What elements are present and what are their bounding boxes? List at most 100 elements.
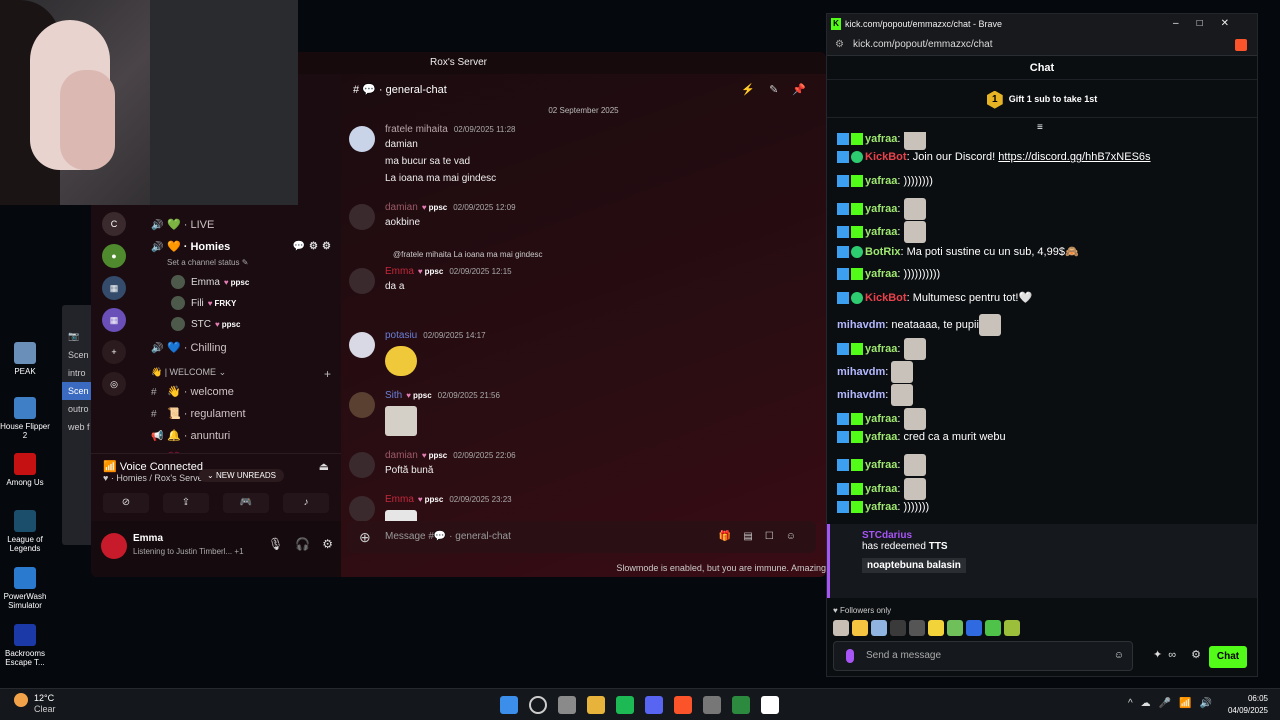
brave-shield-icon[interactable] <box>1235 39 1247 51</box>
chat-tools[interactable]: ✦∞ ⚙ <box>1153 648 1207 661</box>
taskbar-app-icon[interactable] <box>616 696 634 714</box>
desktop-icon-label: House Flipper 2 <box>0 422 50 440</box>
channel-welcome[interactable]: # 👋 · welcome <box>137 381 341 403</box>
taskbar-app-icon[interactable] <box>761 696 779 714</box>
desktop-icon[interactable]: Backrooms Escape T... <box>0 624 50 667</box>
soundboard-button[interactable]: ♪ <box>283 493 329 513</box>
chat-username[interactable]: yafraa <box>865 482 897 494</box>
chat-username[interactable]: yafraa <box>865 175 897 187</box>
gift-leaderboard[interactable]: 1 Gift 1 sub to take 1st <box>827 80 1257 118</box>
taskbar-app-icon[interactable] <box>500 696 518 714</box>
channel-regulament[interactable]: # 📜 · regulament <box>137 403 341 425</box>
avatar[interactable] <box>349 126 375 152</box>
avatar[interactable] <box>349 204 375 230</box>
server-icon[interactable]: ● <box>102 244 126 268</box>
taskbar-app-icon[interactable] <box>674 696 692 714</box>
channel-action-icons[interactable]: 💬⚙⚙ <box>293 236 335 258</box>
taskbar-app-icon[interactable] <box>529 696 547 714</box>
chat-username[interactable]: yafraa <box>865 431 897 443</box>
voice-user[interactable]: Emma ppsc <box>137 272 341 293</box>
voice-mic-icon[interactable] <box>846 649 854 663</box>
message-text: aokbine <box>385 217 421 228</box>
redeem-user[interactable]: STCdarius <box>862 530 912 541</box>
system-tray[interactable]: ^☁🎤📶🔊 <box>1128 698 1220 709</box>
taskbar-app-icon[interactable] <box>645 696 663 714</box>
message-author[interactable]: Emma <box>385 266 414 277</box>
taskbar-app-icon[interactable] <box>732 696 750 714</box>
message-author[interactable]: Sith <box>385 390 402 401</box>
screen-share-button[interactable]: ⇪ <box>163 493 209 513</box>
attach-plus-icon[interactable]: ⊕ <box>359 521 371 553</box>
chat-username[interactable]: yafraa <box>865 501 897 513</box>
address-bar[interactable]: ⚙ kick.com/popout/emmazxc/chat <box>827 34 1257 56</box>
message-author[interactable]: fratele mihaita <box>385 124 448 135</box>
desktop-icon[interactable]: PEAK <box>0 342 50 376</box>
chat-username[interactable]: mihavdm <box>837 389 885 401</box>
chat-input[interactable]: Send a message ☺ <box>833 641 1133 671</box>
chat-username[interactable]: KickBot <box>865 151 907 163</box>
chat-header: Chat <box>827 56 1257 80</box>
discover-icon[interactable]: ◎ <box>102 372 126 396</box>
chat-username[interactable]: yafraa <box>865 343 897 355</box>
chat-username[interactable]: yafraa <box>865 268 897 280</box>
desktop-icon[interactable]: PowerWash Simulator <box>0 567 50 610</box>
taskbar-app-icon[interactable] <box>587 696 605 714</box>
clock[interactable]: 06:05 04/09/2025 <box>1228 693 1268 717</box>
channel-status-hint[interactable]: Set a channel status ✎ <box>137 258 341 272</box>
category-welcome[interactable]: 👋 | WELCOME ⌄ + <box>137 359 341 381</box>
avatar[interactable] <box>349 496 375 522</box>
weather-widget[interactable]: 12°C Clear <box>14 693 56 714</box>
headphones-icon[interactable]: 🎧 <box>295 537 310 551</box>
channel-homies[interactable]: 🔊 🧡 · Homies 💬⚙⚙ <box>137 236 341 258</box>
activity-button[interactable]: 🎮 <box>223 493 269 513</box>
chat-username[interactable]: yafraa <box>865 133 897 145</box>
avatar[interactable] <box>349 268 375 294</box>
chat-username[interactable]: KickBot <box>865 292 907 304</box>
desktop-icon[interactable]: House Flipper 2 <box>0 397 50 440</box>
chat-username[interactable]: yafraa <box>865 459 897 471</box>
message-author[interactable]: potasiu <box>385 330 417 341</box>
emoji-icon[interactable]: ☺ <box>1114 642 1124 670</box>
chat-username[interactable]: yafraa <box>865 203 897 215</box>
chat-send-button[interactable]: Chat <box>1209 646 1247 668</box>
channel-live[interactable]: 🔊 💚 · LIVE <box>137 214 341 236</box>
chat-username[interactable]: yafraa <box>865 226 897 238</box>
add-server-icon[interactable]: + <box>102 340 126 364</box>
avatar[interactable] <box>349 452 375 478</box>
chat-username[interactable]: BotRix <box>865 246 900 258</box>
channel-anunturi[interactable]: 📢 🔔 · anunturi <box>137 425 341 447</box>
voice-user[interactable]: STC ppsc <box>137 314 341 335</box>
server-folder[interactable]: ▦ <box>102 276 126 300</box>
avatar[interactable] <box>101 533 127 559</box>
header-actions[interactable]: ⚡✎📌 <box>741 74 820 106</box>
mic-icon[interactable]: 🎙 <box>268 537 283 551</box>
avatar[interactable] <box>349 392 375 418</box>
avatar[interactable] <box>349 332 375 358</box>
chat-username[interactable]: mihavdm <box>837 319 885 331</box>
reply-preview[interactable]: @fratele mihaita La ioana ma mai gindesc <box>393 250 543 259</box>
settings-gear-icon[interactable]: ⚙ <box>322 537 333 551</box>
message-author[interactable]: damian <box>385 450 418 461</box>
new-unreads-pill[interactable]: ⌄ NEW UNREADS <box>199 469 284 482</box>
desktop-icon[interactable]: League of Legends <box>0 510 50 553</box>
server-folder[interactable]: ▦ <box>102 308 126 332</box>
chat-username[interactable]: yafraa <box>865 413 897 425</box>
channel-chilling[interactable]: 🔊 💙 · Chilling <box>137 337 341 359</box>
taskbar-app-icon[interactable] <box>703 696 721 714</box>
emote-quick-bar[interactable] <box>833 620 1023 641</box>
window-controls[interactable]: –□✕ <box>1173 14 1247 34</box>
message-input[interactable]: ⊕ Message #💬 · general-chat 🎁▤☐☺ <box>347 521 816 553</box>
disconnect-icon[interactable]: ⏏ <box>319 460 329 473</box>
site-info-icon[interactable]: ⚙ <box>835 34 844 56</box>
voice-user[interactable]: Fili FRKY <box>137 293 341 314</box>
server-icon[interactable]: C <box>102 212 126 236</box>
taskbar-app-icon[interactable] <box>558 696 576 714</box>
message-author[interactable]: Emma <box>385 494 414 505</box>
desktop-icon[interactable]: Among Us <box>0 453 50 487</box>
add-channel-icon[interactable]: + <box>324 367 331 381</box>
chat-link[interactable]: https://discord.gg/hhB7xNES6s <box>998 151 1150 163</box>
chat-username[interactable]: mihavdm <box>837 366 885 378</box>
composer-actions[interactable]: 🎁▤☐☺ <box>719 521 808 553</box>
message-author[interactable]: damian <box>385 202 418 213</box>
camera-button[interactable]: ⊘ <box>103 493 149 513</box>
